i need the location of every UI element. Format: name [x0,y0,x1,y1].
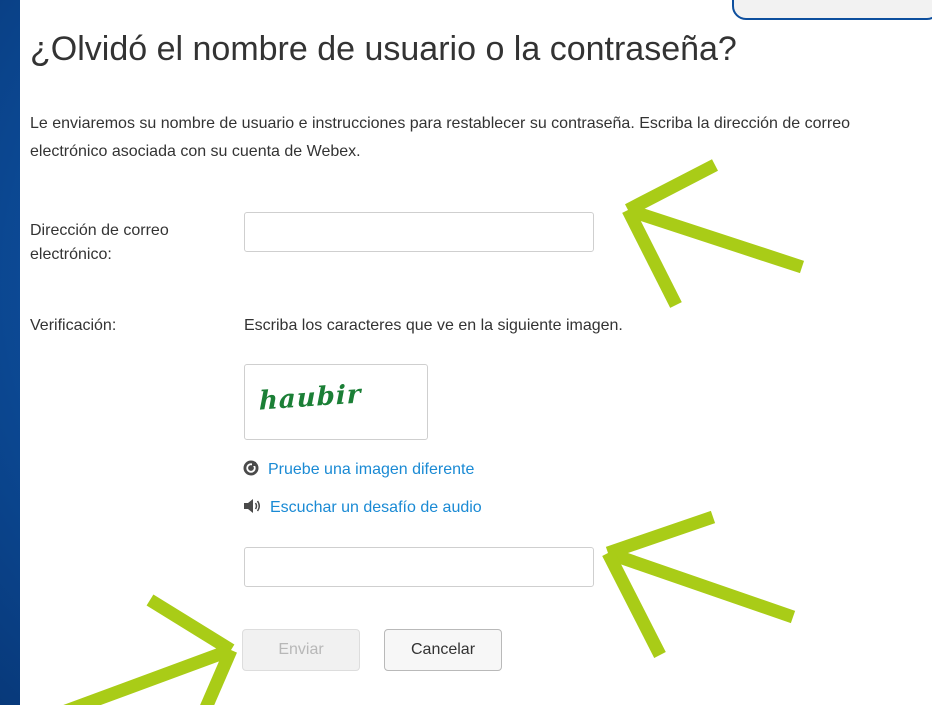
captcha-image-text: haubir [259,379,362,417]
email-label: Dirección de correo electrónico: [30,222,169,263]
email-input[interactable] [244,212,594,252]
audio-row: Escuchar un desafío de audio [242,496,482,520]
refresh-icon[interactable] [242,459,260,482]
new-image-row: Pruebe una imagen diferente [242,458,474,482]
reset-panel: ¿Olvidó el nombre de usuario o la contra… [20,0,932,705]
audio-challenge-link[interactable]: Escuchar un desafío de audio [270,499,482,517]
speaker-icon[interactable] [242,497,262,520]
intro-text: Le enviaremos su nombre de usuario e ins… [30,115,850,160]
captcha-instructions: Escriba los caracteres que ve en la sigu… [244,317,623,334]
captcha-input[interactable] [244,547,594,587]
captcha-image: haubir [244,364,428,440]
page-title: ¿Olvidó el nombre de usuario o la contra… [30,30,737,68]
send-button[interactable]: Enviar [242,629,360,671]
corner-tab [732,0,932,20]
verification-label: Verificación: [30,317,117,334]
new-image-link[interactable]: Pruebe una imagen diferente [268,461,474,479]
cancel-button[interactable]: Cancelar [384,629,502,671]
